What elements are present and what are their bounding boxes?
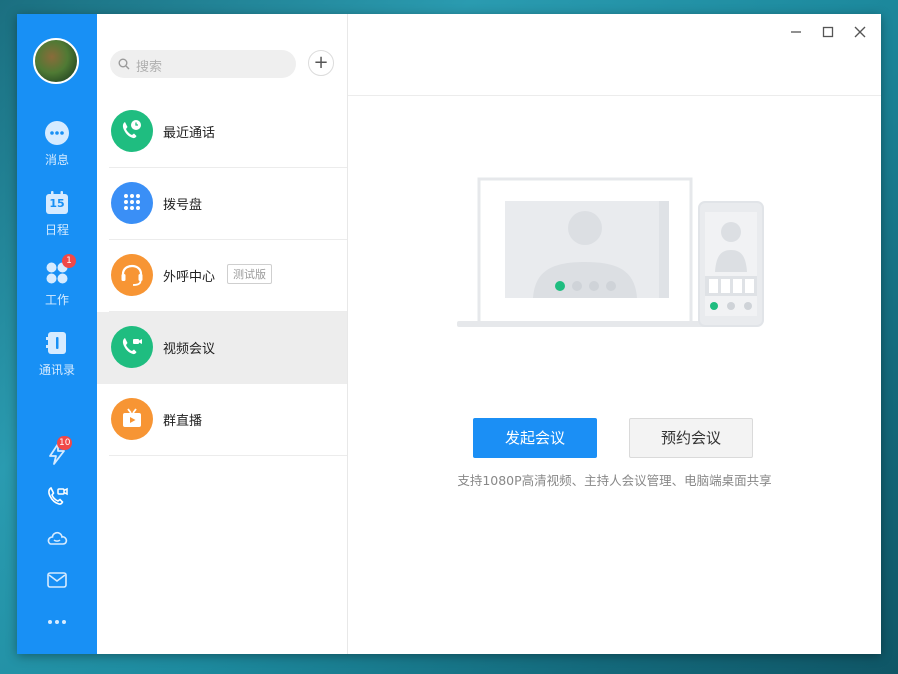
recent-calls-icon [111,110,153,152]
nav-label-messages: 消息 [44,153,69,167]
chat-icon [44,120,70,146]
list-item-outbound-center[interactable]: 外呼中心 测试版 [97,240,347,312]
video-call-icon[interactable] [45,484,69,508]
avatar[interactable] [33,38,79,84]
function-list-pane: 搜索 + 最近通话 拨号盘 外呼中心 测试版 视频会议 群直播 [97,14,348,654]
apps-icon: 1 [44,254,76,286]
app-window: 消息 15 日程 1 工作 通讯录 10 搜索 + 最近通话 拨号盘 外呼中心 … [17,14,881,654]
search-icon [118,58,130,70]
nav-label-contacts: 通讯录 [38,363,75,377]
video-meeting-illustration [457,177,764,327]
minimize-icon[interactable] [788,24,804,40]
mail-icon[interactable] [45,568,69,592]
list-item-dialpad[interactable]: 拨号盘 [97,168,347,240]
list-item-recent-calls[interactable]: 最近通话 [97,96,347,168]
contacts-icon [44,330,70,356]
flash-icon[interactable]: 10 [45,436,73,466]
nav-item-contacts[interactable]: 通讯录 [17,330,97,378]
nav-item-work[interactable]: 1 工作 [17,254,97,308]
nav-label-work: 工作 [44,293,69,307]
nav-item-messages[interactable]: 消息 [17,120,97,168]
flash-badge: 10 [57,436,73,450]
calendar-icon: 15 [44,190,70,216]
schedule-meeting-button[interactable]: 预约会议 [629,418,753,458]
nav-item-calendar[interactable]: 15 日程 [17,190,97,238]
add-button[interactable]: + [308,50,334,76]
list-item-video-meeting[interactable]: 视频会议 [97,312,347,384]
maximize-icon[interactable] [820,24,836,40]
calendar-date: 15 [49,197,65,210]
list-label-video-meeting: 视频会议 [163,342,216,357]
list-item-group-live[interactable]: 群直播 [97,384,347,456]
video-meeting-icon [111,326,153,368]
list-label-outbound-center: 外呼中心 [163,270,216,285]
work-badge: 1 [62,254,76,268]
video-meeting-panel: 发起会议 预约会议 支持1080P高清视频、主持人会议管理、电脑端桌面共享 [348,14,881,654]
more-icon[interactable] [45,610,69,634]
list-label-dialpad: 拨号盘 [163,198,203,213]
list-label-recent-calls: 最近通话 [163,126,216,141]
headset-icon [111,254,153,296]
feature-description: 支持1080P高清视频、主持人会议管理、电脑端桌面共享 [457,473,772,488]
search-placeholder: 搜索 [136,60,163,75]
cloud-icon[interactable] [45,526,69,550]
list-label-group-live: 群直播 [163,414,203,429]
search-input[interactable]: 搜索 [110,50,296,78]
dialpad-icon [111,182,153,224]
close-icon[interactable] [852,24,868,40]
start-meeting-button[interactable]: 发起会议 [473,418,597,458]
left-nav-rail: 消息 15 日程 1 工作 通讯录 10 [17,14,97,654]
live-tv-icon [111,398,153,440]
nav-label-calendar: 日程 [44,223,69,237]
beta-tag: 测试版 [227,264,272,284]
